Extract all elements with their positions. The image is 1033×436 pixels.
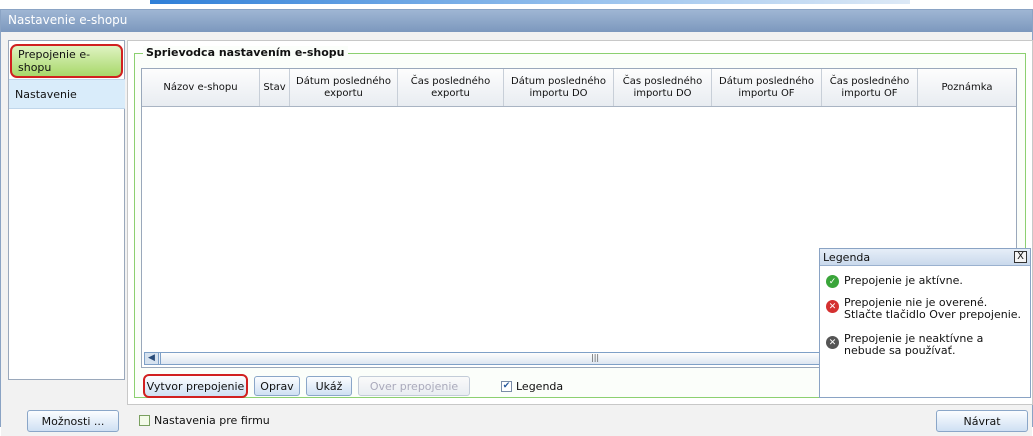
close-icon[interactable]: X <box>1014 251 1027 263</box>
checkmark-icon[interactable]: ✔ <box>501 381 512 392</box>
show-button[interactable]: Ukáž <box>306 376 352 396</box>
legend-title: Legenda <box>823 251 871 264</box>
sidebar: Prepojenie e-shopu Nastavenie <box>8 40 125 380</box>
firm-settings-checkbox[interactable]: Nastavenia pre firmu <box>139 414 270 427</box>
options-button[interactable]: Možnosti ... <box>27 410 119 432</box>
legend-item-text: Prepojenie nie je overené. Stlačte tlači… <box>844 296 1022 321</box>
firm-settings-label: Nastavenia pre firmu <box>154 414 270 427</box>
legend-item: ✕ Prepojenie je neaktívne a nebude sa po… <box>826 333 1026 357</box>
column-header[interactable]: Čas posledného importu DO <box>614 69 712 106</box>
inactive-circle-icon: ✕ <box>826 336 839 349</box>
column-header[interactable]: Dátum posledného exportu <box>290 69 398 106</box>
legend-title-bar: Legenda X <box>820 249 1030 266</box>
scroll-left-icon[interactable]: ◀ <box>145 353 159 364</box>
legend-item-text: Prepojenie je neaktívne a nebude sa použ… <box>844 332 984 357</box>
column-header[interactable]: Dátum posledného importu DO <box>504 69 614 106</box>
return-button[interactable]: Návrat <box>936 410 1028 432</box>
group-title: Sprievodca nastavením e-shopu <box>143 46 348 59</box>
window-title: Nastavenie e-shopu <box>1 10 1032 32</box>
grid-toolbar: Vytvor prepojenie Oprav Ukáž Over prepoj… <box>140 374 840 402</box>
verify-connection-button[interactable]: Over prepojenie <box>358 376 470 396</box>
grip-icon: ||| <box>591 353 600 362</box>
column-header[interactable]: Čas posledného exportu <box>398 69 504 106</box>
legend-item: ✓ Prepojenie je aktívne. <box>826 275 963 288</box>
checkbox-icon[interactable] <box>139 415 150 426</box>
column-header[interactable]: Poznámka <box>918 69 1016 106</box>
bottom-bar: Možnosti ... Nastavenia pre firmu Návrat <box>1 405 1032 436</box>
horizontal-scrollbar[interactable]: ◀ ||| <box>144 352 844 365</box>
settings-window: Nastavenie e-shopu Prepojenie e-shopu Na… <box>0 9 1033 436</box>
column-header[interactable]: Čas posledného importu OF <box>822 69 918 106</box>
sidebar-item-prepojenie[interactable]: Prepojenie e-shopu <box>10 44 123 78</box>
check-circle-icon: ✓ <box>826 275 839 288</box>
sidebar-item-label: Prepojenie e-shopu <box>18 48 91 74</box>
sidebar-item-nastavenie[interactable]: Nastavenie <box>9 79 125 109</box>
decor-bar <box>150 0 910 4</box>
legend-item: ✕ Prepojenie nie je overené. Stlačte tla… <box>826 297 1026 321</box>
sidebar-item-label: Nastavenie <box>15 87 77 101</box>
fix-button[interactable]: Oprav <box>254 376 300 396</box>
column-header[interactable]: Dátum posledného importu OF <box>712 69 822 106</box>
scroll-thumb[interactable]: ||| <box>160 353 844 364</box>
legend-checkbox-label: Legenda <box>516 380 564 393</box>
legend-checkbox[interactable]: ✔ Legenda <box>501 380 563 393</box>
column-header[interactable]: Stav <box>260 69 290 106</box>
legend-item-text: Prepojenie je aktívne. <box>844 274 963 287</box>
legend-panel: Legenda X ✓ Prepojenie je aktívne. ✕ Pre… <box>819 248 1031 398</box>
error-circle-icon: ✕ <box>826 300 839 313</box>
create-connection-button[interactable]: Vytvor prepojenie <box>143 374 248 398</box>
column-header[interactable]: Názov e-shopu <box>142 69 260 106</box>
table-header: Názov e-shopu Stav Dátum posledného expo… <box>142 69 1016 107</box>
